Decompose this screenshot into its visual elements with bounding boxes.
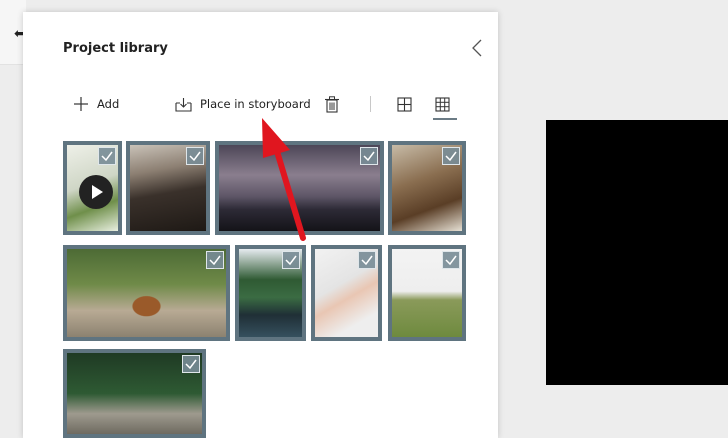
selected-checkmark-icon[interactable] — [360, 147, 378, 165]
selected-checkmark-icon[interactable] — [282, 251, 300, 269]
collapse-chevron-icon[interactable] — [470, 38, 484, 58]
toolbar-separator — [370, 96, 371, 112]
media-thumbnail-rocks[interactable] — [126, 141, 210, 235]
delete-button[interactable] — [325, 92, 339, 116]
grid-3x3-icon — [435, 96, 450, 112]
grid-2x2-icon — [397, 96, 412, 112]
selected-checkmark-icon[interactable] — [442, 147, 460, 165]
media-thumbnail-bottle[interactable] — [311, 245, 382, 341]
media-thumbnail-skyline[interactable] — [215, 141, 384, 235]
media-thumbnail-forest-lake[interactable] — [235, 245, 306, 341]
video-play-icon — [79, 175, 113, 209]
plus-icon — [74, 97, 88, 111]
preview-canvas — [546, 120, 728, 385]
place-in-storyboard-button[interactable]: Place in storyboard — [175, 92, 311, 116]
add-button-label: Add — [97, 97, 120, 111]
selected-checkmark-icon[interactable] — [358, 251, 376, 269]
media-thumbnail-dog[interactable] — [63, 245, 230, 341]
media-thumbnail-picnic[interactable] — [63, 349, 206, 438]
view-small-grid-button[interactable] — [433, 92, 457, 120]
media-thumbnail-hill[interactable] — [388, 245, 466, 341]
selected-checkmark-icon[interactable] — [182, 355, 200, 373]
media-thumbnail-salad[interactable] — [63, 141, 122, 235]
media-thumbnail-cafe[interactable] — [388, 141, 466, 235]
trash-icon — [325, 95, 339, 113]
selected-checkmark-icon[interactable] — [186, 147, 204, 165]
selected-checkmark-icon[interactable] — [442, 251, 460, 269]
add-button[interactable]: Add — [73, 92, 119, 116]
selected-checkmark-icon[interactable] — [206, 251, 224, 269]
library-toolbar: Add Place in storyboard — [63, 92, 493, 120]
place-tray-icon — [175, 97, 192, 112]
active-view-indicator — [433, 118, 457, 120]
place-button-label: Place in storyboard — [200, 97, 311, 111]
view-large-grid-button[interactable] — [397, 92, 412, 116]
selected-checkmark-icon[interactable] — [98, 147, 116, 165]
panel-title: Project library — [63, 41, 168, 56]
